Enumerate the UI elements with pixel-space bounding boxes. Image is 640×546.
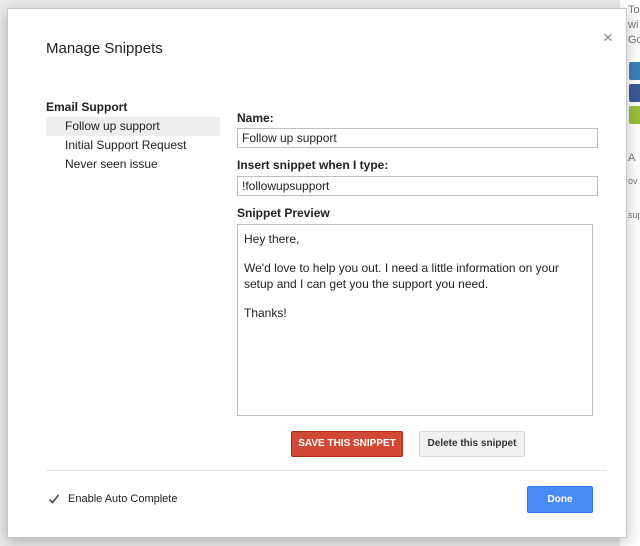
snippet-group-label: Email Support [46,100,128,114]
background-text: A [628,152,636,164]
save-snippet-button[interactable]: SAVE THIS SNIPPET [291,431,403,457]
snippet-item-never-seen-issue[interactable]: Never seen issue [46,155,220,174]
preview-paragraph: Hey there, [244,232,300,246]
background-text: wi [628,19,639,31]
snippet-item-follow-up-support[interactable]: Follow up support [46,117,220,136]
social-icon [629,106,640,124]
preview-paragraph: Thanks! [244,306,287,320]
auto-complete-label: Enable Auto Complete [68,493,178,505]
snippet-trigger-input[interactable] [237,176,598,196]
delete-snippet-button[interactable]: Delete this snippet [419,431,525,457]
trigger-label: Insert snippet when I type: [237,158,389,172]
preview-paragraph: We'd love to help you out. I need a litt… [244,261,559,291]
manage-snippets-dialog: Manage Snippets × Email Support Follow u… [7,8,627,538]
facebook-icon [629,84,640,102]
dialog-title: Manage Snippets [46,40,163,57]
done-button[interactable]: Done [527,486,593,513]
auto-complete-checkbox[interactable] [48,493,60,505]
preview-label: Snippet Preview [237,206,330,220]
close-icon[interactable]: × [603,29,617,46]
background-text: To [628,4,640,16]
name-label: Name: [237,111,274,125]
snippet-preview-box[interactable]: Hey there, We'd love to help you out. I … [237,224,593,416]
linkedin-icon [629,62,640,80]
footer-divider [46,470,606,471]
snippet-item-initial-support-request[interactable]: Initial Support Request [46,136,220,155]
background-text: Go [628,34,640,46]
snippet-name-input[interactable] [237,128,598,148]
background-text: ov [628,176,638,186]
background-text: supp [628,210,640,220]
